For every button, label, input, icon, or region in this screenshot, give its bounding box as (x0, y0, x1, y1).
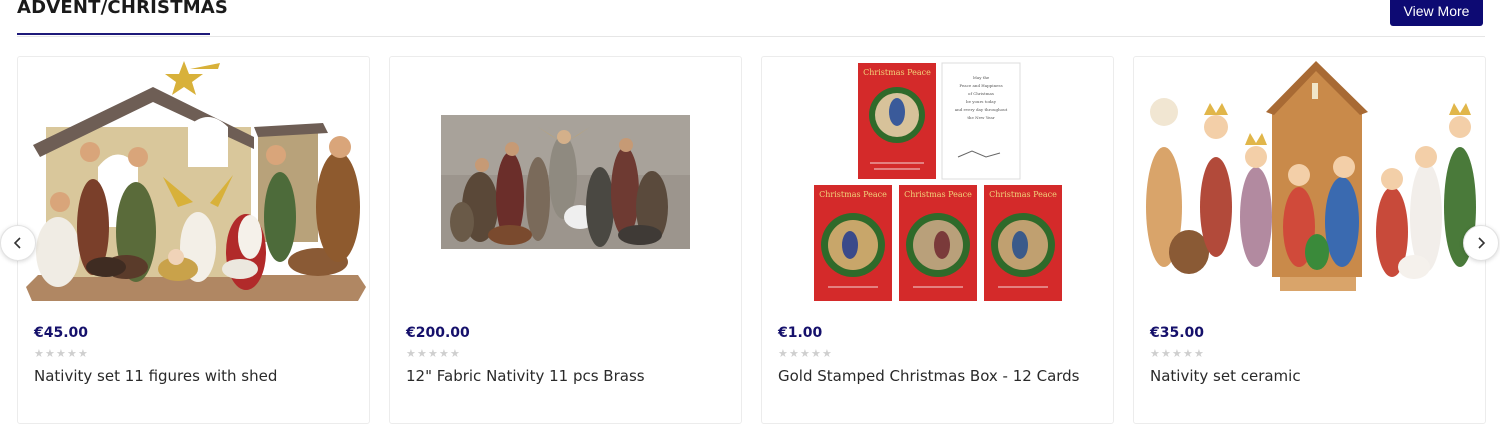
rating-stars: ★★★★★ (1150, 347, 1205, 360)
star-icon: ★ (78, 348, 88, 360)
rating-stars: ★★★★★ (406, 347, 461, 360)
product-name[interactable]: Nativity set ceramic (1150, 367, 1301, 385)
star-icon: ★ (1172, 348, 1182, 360)
chevron-right-icon (1478, 237, 1486, 249)
product-name[interactable]: Gold Stamped Christmas Box - 12 Cards (778, 367, 1080, 385)
star-icon: ★ (67, 348, 77, 360)
star-icon: ★ (822, 348, 832, 360)
card-title-text: Christmas Peace (863, 68, 931, 77)
star-icon: ★ (428, 348, 438, 360)
svg-text:and every day throughout: and every day throughout (955, 107, 1008, 112)
star-icon: ★ (789, 348, 799, 360)
svg-text:May the: May the (973, 75, 990, 80)
star-icon: ★ (34, 348, 44, 360)
header-divider (17, 36, 1485, 37)
star-icon: ★ (778, 348, 788, 360)
product-name[interactable]: 12" Fabric Nativity 11 pcs Brass (406, 367, 645, 385)
chevron-left-icon (13, 237, 21, 249)
svg-text:Peace and Happiness: Peace and Happiness (959, 83, 1002, 88)
carousel-prev-button[interactable] (0, 225, 36, 261)
svg-text:the New Year: the New Year (967, 115, 994, 120)
svg-text:of Christmas: of Christmas (968, 91, 994, 96)
product-price: €200.00 (406, 325, 470, 341)
section-title: ADVENT/CHRISTMAS (17, 0, 229, 18)
title-underline (17, 33, 210, 35)
star-icon: ★ (1183, 348, 1193, 360)
product-image-christmas-cards[interactable]: Christmas Peace May the Peace and Happin… (762, 57, 1113, 307)
star-icon: ★ (1150, 348, 1160, 360)
star-icon: ★ (450, 348, 460, 360)
product-image-nativity-shed[interactable] (18, 57, 369, 307)
product-card[interactable]: €35.00 ★★★★★ Nativity set ceramic (1133, 56, 1486, 424)
product-card[interactable]: €200.00 ★★★★★ 12" Fabric Nativity 11 pcs… (389, 56, 742, 424)
product-card[interactable]: Christmas Peace May the Peace and Happin… (761, 56, 1114, 424)
svg-text:be yours today: be yours today (966, 99, 997, 104)
star-icon: ★ (56, 348, 66, 360)
star-icon: ★ (811, 348, 821, 360)
star-icon: ★ (45, 348, 55, 360)
svg-text:Christmas Peace: Christmas Peace (819, 190, 887, 199)
star-icon: ★ (439, 348, 449, 360)
star-icon: ★ (417, 348, 427, 360)
product-price: €1.00 (778, 325, 823, 341)
product-price: €35.00 (1150, 325, 1205, 341)
star-icon: ★ (406, 348, 416, 360)
view-more-button[interactable]: View More (1390, 0, 1483, 26)
product-image-ceramic-nativity[interactable] (1134, 57, 1485, 307)
product-price: €45.00 (34, 325, 89, 341)
product-card[interactable]: €45.00 ★★★★★ Nativity set 11 figures wit… (17, 56, 370, 424)
star-icon: ★ (800, 348, 810, 360)
rating-stars: ★★★★★ (778, 347, 833, 360)
product-image-fabric-nativity[interactable] (390, 57, 741, 307)
section-header: ADVENT/CHRISTMAS View More (0, 0, 1500, 40)
star-icon: ★ (1161, 348, 1171, 360)
product-name[interactable]: Nativity set 11 figures with shed (34, 367, 277, 385)
star-icon: ★ (1194, 348, 1204, 360)
carousel-next-button[interactable] (1463, 225, 1499, 261)
rating-stars: ★★★★★ (34, 347, 89, 360)
svg-text:Christmas Peace: Christmas Peace (989, 190, 1057, 199)
svg-text:Christmas Peace: Christmas Peace (904, 190, 972, 199)
